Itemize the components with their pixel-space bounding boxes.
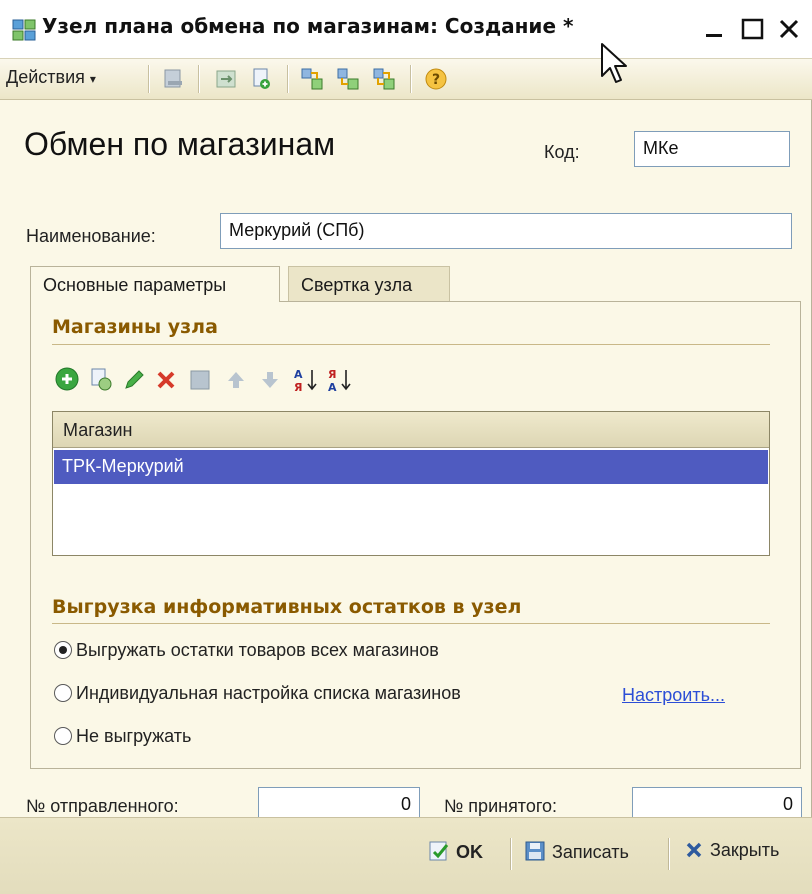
shops-section-title: Магазины узла [52,316,218,338]
move-down-icon[interactable] [258,368,282,392]
edit-pencil-icon[interactable] [122,368,146,392]
help-icon[interactable]: ? [424,67,448,91]
code-label: Код: [544,142,580,162]
floppy-disk-icon [525,841,545,861]
shops-table-toolbar: А Я Я А [54,366,474,394]
configure-link[interactable]: Настроить... [622,685,725,706]
post-icon[interactable] [162,67,186,91]
exchange-plan-icon [12,19,36,41]
shops-table[interactable]: Магазин ТРК-Меркурий [52,411,770,556]
copy-doc-icon[interactable] [250,67,274,91]
ok-label: OK [456,842,483,862]
radio-unselected-icon[interactable] [54,684,72,702]
section-divider [52,623,770,624]
section-divider [52,344,770,345]
radio-selected-icon[interactable] [54,641,72,659]
close-icon[interactable] [775,14,805,44]
received-number-input[interactable]: 0 [632,787,802,821]
toolbar-separator [668,838,670,870]
copy-row-icon[interactable] [88,366,114,392]
move-up-icon[interactable] [224,368,248,392]
radio-label: Выгружать остатки товаров всех магазинов [76,640,439,660]
received-number-label: № принятого: [444,796,558,816]
sent-number-label: № отправленного: [26,796,179,816]
radio-label: Индивидуальная настройка списка магазино… [76,683,461,703]
toolbar-separator [148,65,150,93]
exchange-icon-2[interactable] [336,67,360,91]
add-row-icon[interactable] [54,366,80,392]
delete-icon[interactable] [154,368,178,392]
svg-text:?: ? [432,72,440,88]
tab-node-rollup[interactable]: Свертка узла [288,266,450,302]
svg-text:А: А [328,381,337,394]
title-bar[interactable]: Узел плана обмена по магазинам: Создание… [0,0,812,59]
name-input[interactable]: Меркурий (СПб) [220,213,792,249]
minimize-icon[interactable] [700,14,730,44]
save-label: Записать [552,842,629,862]
close-button[interactable]: Закрыть [684,840,779,870]
ok-check-icon [429,841,449,861]
chevron-down-icon: ▾ [89,72,96,86]
radio-unselected-icon[interactable] [54,727,72,745]
sort-descending-icon[interactable]: Я А [326,366,354,394]
toolbar-separator [410,65,412,93]
radio-individual-setup[interactable]: Индивидуальная настройка списка магазино… [54,683,461,709]
radio-no-unload[interactable]: Не выгружать [54,726,191,752]
close-x-icon [686,842,702,858]
svg-text:Я: Я [294,381,302,394]
code-input[interactable]: МКе [634,131,790,167]
end-edit-icon[interactable] [188,368,212,392]
svg-text:Я: Я [328,368,336,381]
column-header-shop[interactable]: Магазин [53,412,769,448]
unload-section-title: Выгрузка информативных остатков в узел [52,596,522,618]
toolbar: Действия ▾ ? [0,59,812,100]
bottom-command-bar: OK Записать Закрыть [0,817,812,894]
sort-ascending-icon[interactable]: А Я [292,366,320,394]
mouse-pointer-icon [601,43,627,83]
tab-main-parameters[interactable]: Основные параметры [30,266,280,302]
sent-number-input[interactable]: 0 [258,787,420,821]
radio-label: Не выгружать [76,726,192,746]
refresh-icon[interactable] [214,67,238,91]
close-label: Закрыть [710,840,780,860]
actions-menu-button[interactable]: Действия ▾ [6,67,96,91]
svg-text:А: А [294,368,303,381]
actions-label: Действия [6,67,85,87]
toolbar-separator [510,838,512,870]
radio-unload-all[interactable]: Выгружать остатки товаров всех магазинов [54,640,439,666]
toolbar-separator [198,65,200,93]
name-label: Наименование: [26,226,156,246]
ok-button[interactable]: OK [428,840,483,870]
exchange-node-window: Узел плана обмена по магазинам: Создание… [0,0,812,894]
toolbar-separator [287,65,289,93]
exchange-icon-3[interactable] [372,67,396,91]
save-button[interactable]: Записать [524,840,629,870]
maximize-icon[interactable] [738,14,768,44]
form-heading: Обмен по магазинам [24,126,336,162]
table-row[interactable]: ТРК-Меркурий [54,450,768,484]
exchange-icon-1[interactable] [300,67,324,91]
window-title: Узел плана обмена по магазинам: Создание… [42,14,574,38]
